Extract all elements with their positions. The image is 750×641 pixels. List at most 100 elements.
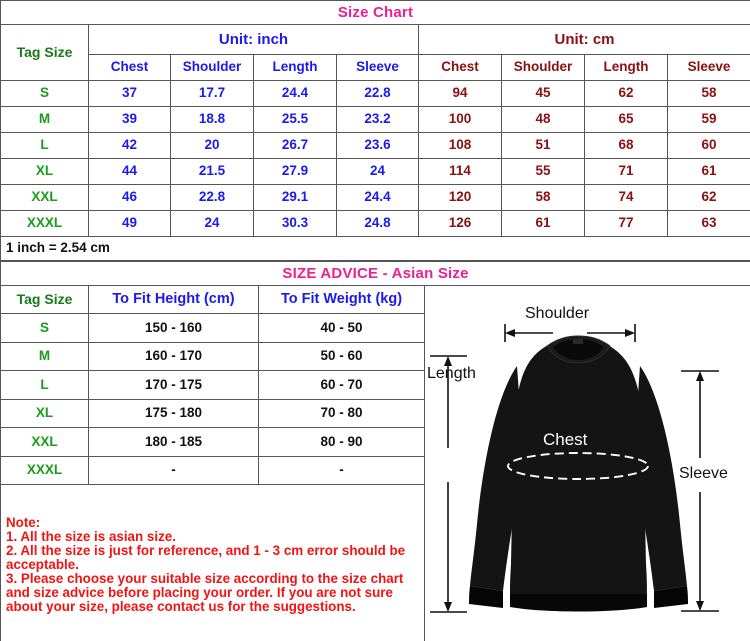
size-chart-page: Size Chart Tag Size Unit: inch Unit: cm … (0, 0, 750, 641)
cell-inch-shoulder: 24 (170, 210, 254, 237)
note-line-2: 2. All the size is just for reference, a… (6, 542, 406, 572)
advice-tag: XXL (0, 427, 89, 457)
cell-cm-shoulder: 51 (501, 132, 585, 159)
cell-cm-length: 65 (584, 106, 668, 133)
cell-cm-sleeve: 63 (667, 210, 750, 237)
cell-inch-sleeve: 23.6 (336, 132, 419, 159)
header-cm-shoulder: Shoulder (501, 54, 585, 81)
note-line-1: 1. All the size is asian size. (6, 528, 176, 544)
sleeve-arrow-top-head (696, 371, 704, 381)
advice-weight-header: To Fit Weight (kg) (258, 284, 425, 315)
measure-header-row: Chest Shoulder Length Sleeve Chest Shoul… (1, 54, 750, 81)
note-heading: Note: (6, 514, 41, 530)
cell-cm-length: 68 (584, 132, 668, 159)
garment-illustration-canvas: Length Shoulder Chest Sleeve (425, 286, 750, 641)
table-row: XXL 46 22.8 29.1 24.4 120 58 74 62 (0, 184, 750, 211)
size-advice-table: SIZE ADVICE - Asian Size Tag Size To Fit… (0, 261, 750, 641)
cell-cm-shoulder: 55 (501, 158, 585, 185)
sweatshirt-garment (469, 335, 688, 612)
header-cm-chest: Chest (418, 54, 502, 81)
table-row: XL 44 21.5 27.9 24 114 55 71 61 (0, 158, 750, 185)
cell-cm-length: 71 (584, 158, 668, 185)
conversion-row: 1 inch = 2.54 cm (0, 236, 750, 261)
advice-tag: L (0, 370, 89, 400)
shoulder-arrow-right-head (625, 329, 635, 337)
header-cm-sleeve: Sleeve (667, 54, 750, 81)
table-row: XXXL 49 24 30.3 24.8 126 61 77 63 (0, 210, 750, 237)
cell-inch-sleeve: 22.8 (336, 80, 419, 107)
advice-height: 180 - 185 (88, 427, 259, 457)
cell-cm-length: 74 (584, 184, 668, 211)
note-block: Note: 1. All the size is asian size. 2. … (0, 483, 425, 641)
note-line-3: 3. Please choose your suitable size acco… (6, 570, 404, 615)
sleeve-label: Sleeve (679, 465, 728, 482)
cell-inch-shoulder: 17.7 (170, 80, 254, 107)
cell-inch-length: 25.5 (253, 106, 337, 133)
table-row: S 37 17.7 24.4 22.8 94 45 62 58 (0, 80, 750, 107)
cell-cm-shoulder: 61 (501, 210, 585, 237)
chest-label: Chest (543, 430, 588, 449)
cell-cm-chest: 108 (418, 132, 502, 159)
advice-weight: - (258, 455, 425, 485)
cell-inch-chest: 39 (88, 106, 171, 133)
cell-inch-sleeve: 24 (336, 158, 419, 185)
cell-inch-length: 30.3 (253, 210, 337, 237)
table-row: M 39 18.8 25.5 23.2 100 48 65 59 (0, 106, 750, 133)
advice-height: - (88, 455, 259, 485)
advice-header-row: Tag Size To Fit Height (cm) To Fit Weigh… (0, 284, 750, 641)
cell-cm-sleeve: 60 (667, 132, 750, 159)
cell-inch-length: 24.4 (253, 80, 337, 107)
cell-inch-shoulder: 21.5 (170, 158, 254, 185)
advice-weight: 80 - 90 (258, 427, 425, 457)
size-advice-title-row: SIZE ADVICE - Asian Size (0, 261, 750, 286)
cell-inch-chest: 44 (88, 158, 171, 185)
cell-inch-length: 26.7 (253, 132, 337, 159)
cell-inch-sleeve: 24.8 (336, 210, 419, 237)
advice-tag-size-header: Tag Size (0, 284, 89, 315)
size-advice-title: SIZE ADVICE - Asian Size (0, 261, 750, 286)
advice-tag: XL (0, 398, 89, 429)
tag-size-header: Tag Size (0, 24, 89, 81)
advice-height: 175 - 180 (88, 398, 259, 429)
sweatshirt-diagram-svg (430, 324, 719, 613)
advice-weight: 60 - 70 (258, 370, 425, 400)
header-inch-length: Length (253, 54, 337, 81)
cell-cm-shoulder: 45 (501, 80, 585, 107)
row-tag: S (0, 80, 89, 107)
advice-weight: 70 - 80 (258, 398, 425, 429)
advice-height: 170 - 175 (88, 370, 259, 400)
advice-tag: M (0, 341, 89, 372)
cell-cm-length: 62 (584, 80, 668, 107)
advice-tag: S (0, 313, 89, 343)
advice-height: 160 - 170 (88, 341, 259, 372)
cell-inch-shoulder: 20 (170, 132, 254, 159)
cell-cm-sleeve: 61 (667, 158, 750, 185)
cell-inch-sleeve: 23.2 (336, 106, 419, 133)
advice-height-header: To Fit Height (cm) (88, 284, 259, 315)
length-label: Length (427, 365, 476, 382)
header-inch-sleeve: Sleeve (336, 54, 419, 81)
cell-inch-chest: 46 (88, 184, 171, 211)
cell-cm-chest: 114 (418, 158, 502, 185)
cell-inch-sleeve: 24.4 (336, 184, 419, 211)
cell-inch-length: 27.9 (253, 158, 337, 185)
sleeve-arrow-bottom-head (696, 601, 704, 611)
row-tag: XXXL (0, 210, 89, 237)
inch-cm-conversion-note: 1 inch = 2.54 cm (0, 236, 750, 261)
size-chart-table: Size Chart Tag Size Unit: inch Unit: cm … (0, 0, 750, 261)
cell-inch-shoulder: 18.8 (170, 106, 254, 133)
row-tag: XL (0, 158, 89, 185)
cell-cm-sleeve: 59 (667, 106, 750, 133)
sleeve-dimension-arrow (681, 370, 719, 612)
cell-cm-length: 77 (584, 210, 668, 237)
cell-cm-shoulder: 58 (501, 184, 585, 211)
row-tag: M (0, 106, 89, 133)
cell-inch-chest: 49 (88, 210, 171, 237)
advice-weight: 40 - 50 (258, 313, 425, 343)
advice-weight: 50 - 60 (258, 341, 425, 372)
cell-inch-length: 29.1 (253, 184, 337, 211)
length-arrow-bottom-head (444, 602, 452, 612)
table-row: L 42 20 26.7 23.6 108 51 68 60 (0, 132, 750, 159)
size-chart-title-row: Size Chart (0, 0, 750, 25)
cell-cm-chest: 100 (418, 106, 502, 133)
